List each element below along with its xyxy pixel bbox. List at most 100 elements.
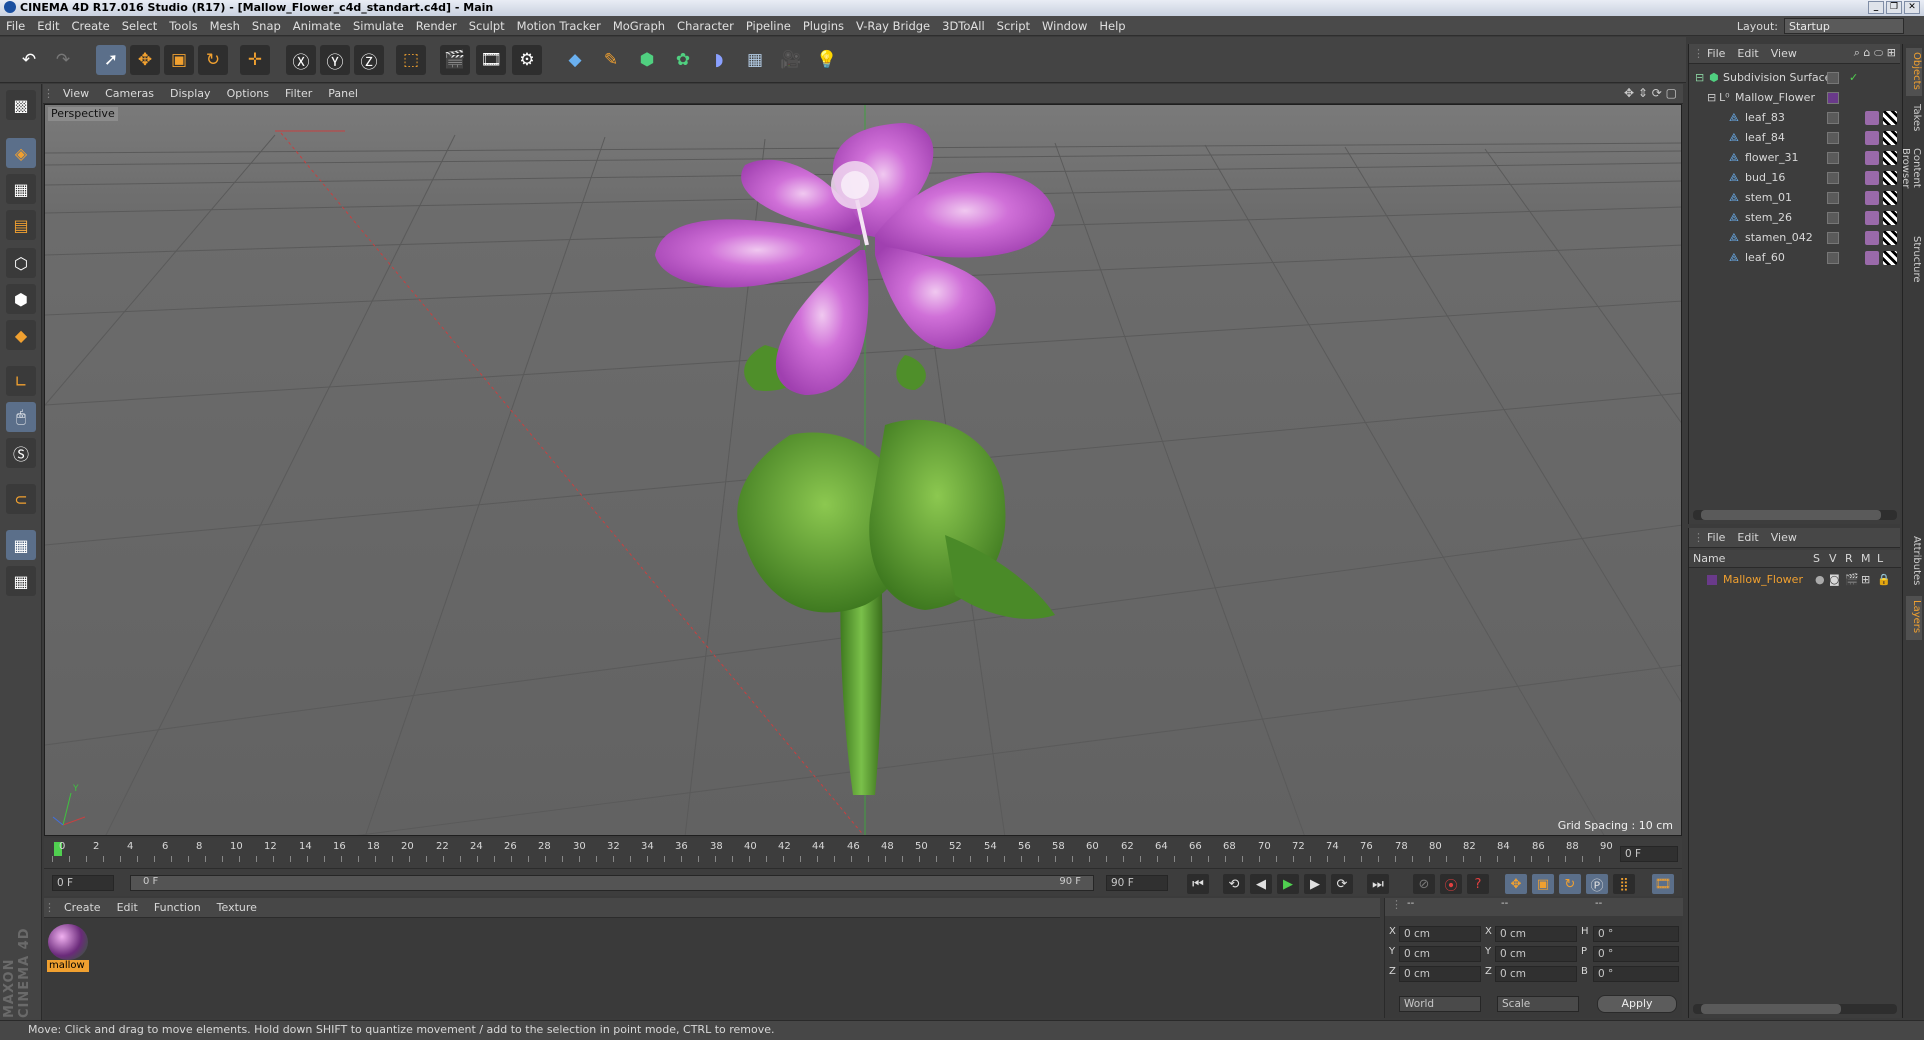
object-menu-view[interactable]: View bbox=[1765, 44, 1803, 64]
layer-menu-file[interactable]: File bbox=[1701, 528, 1731, 548]
render-picture-viewer-icon[interactable]: 🎞 bbox=[476, 45, 506, 75]
layer-color-swatch[interactable] bbox=[1827, 92, 1839, 104]
menu-vray-bridge[interactable]: V-Ray Bridge bbox=[850, 16, 936, 36]
layer-horizontal-scrollbar[interactable] bbox=[1693, 1004, 1897, 1014]
texture-tag-icon[interactable] bbox=[1883, 131, 1897, 145]
scale-tool-icon[interactable]: ▣ bbox=[164, 45, 194, 75]
z-axis-lock-icon[interactable]: Ⓩ bbox=[354, 45, 384, 75]
menu-simulate[interactable]: Simulate bbox=[347, 16, 410, 36]
viewport-nav-icons[interactable]: ✥ ⇕ ⟳ ▢ bbox=[1624, 86, 1677, 100]
visibility-toggle[interactable] bbox=[1827, 192, 1839, 204]
texture-tag-icon[interactable] bbox=[1883, 191, 1897, 205]
material-tag-icon[interactable] bbox=[1865, 171, 1879, 185]
current-frame-field[interactable]: 0 F bbox=[1620, 846, 1678, 862]
go-to-end-icon[interactable]: ⏭ bbox=[1367, 874, 1389, 894]
object-toolbar-icons[interactable]: ⌕ ⌂ ⬭ ⊞ bbox=[1854, 46, 1896, 60]
layer-header-manager[interactable]: M bbox=[1861, 550, 1871, 568]
menu-tools[interactable]: Tools bbox=[163, 16, 203, 36]
object-horizontal-scrollbar[interactable] bbox=[1693, 510, 1897, 520]
texture-tag-icon[interactable] bbox=[1883, 251, 1897, 265]
live-selection-icon[interactable]: ➚ bbox=[96, 45, 126, 75]
menu-sculpt[interactable]: Sculpt bbox=[463, 16, 511, 36]
viewport-menu-options[interactable]: Options bbox=[219, 84, 277, 104]
mograph-cloner-icon[interactable]: ✿ bbox=[668, 45, 698, 75]
menu-plugins[interactable]: Plugins bbox=[797, 16, 850, 36]
viewport-menu-filter[interactable]: Filter bbox=[277, 84, 320, 104]
next-key-icon[interactable]: ⟳ bbox=[1331, 874, 1353, 894]
object-row-bud-16[interactable]: ⟁ bud_16 bbox=[1689, 168, 1901, 188]
visibility-toggle[interactable] bbox=[1827, 132, 1839, 144]
object-row-stamen-042[interactable]: ⟁ stamen_042 bbox=[1689, 228, 1901, 248]
viewport-menu-cameras[interactable]: Cameras bbox=[97, 84, 162, 104]
play-forward-icon[interactable]: ▶ bbox=[1277, 874, 1299, 894]
deformer-icon[interactable]: ◗ bbox=[704, 45, 734, 75]
go-to-start-icon[interactable]: ⏮ bbox=[1187, 874, 1209, 894]
position-z-field[interactable]: 0 cm bbox=[1399, 966, 1481, 982]
rotation-h-field[interactable]: 0 ° bbox=[1593, 926, 1679, 942]
rotate-tool-icon[interactable]: ↻ bbox=[198, 45, 228, 75]
autokeying-icon[interactable]: ? bbox=[1467, 874, 1489, 894]
rotation-p-field[interactable]: 0 ° bbox=[1593, 946, 1679, 962]
menu-help[interactable]: Help bbox=[1093, 16, 1131, 36]
texture-tag-icon[interactable] bbox=[1883, 111, 1897, 125]
menu-pipeline[interactable]: Pipeline bbox=[740, 16, 797, 36]
object-row-leaf-60[interactable]: ⟁ leaf_60 bbox=[1689, 248, 1901, 268]
layer-header-locked[interactable]: L bbox=[1877, 550, 1883, 568]
layer-menu-edit[interactable]: Edit bbox=[1731, 528, 1764, 548]
make-editable-icon[interactable]: ▩ bbox=[6, 90, 36, 120]
subdivision-surface-icon[interactable]: ⬢ bbox=[632, 45, 662, 75]
material-tag-icon[interactable] bbox=[1865, 231, 1879, 245]
tree-expand-icon[interactable]: ⊟ bbox=[1695, 68, 1704, 88]
key-parameter-icon[interactable]: Ⓟ bbox=[1586, 874, 1608, 894]
material-menu-edit[interactable]: Edit bbox=[109, 898, 146, 918]
menu-mograph[interactable]: MoGraph bbox=[607, 16, 671, 36]
start-frame-field[interactable]: 0 F bbox=[52, 875, 114, 891]
tab-layers[interactable]: Layers bbox=[1906, 596, 1922, 640]
visibility-toggle[interactable] bbox=[1827, 212, 1839, 224]
y-axis-lock-icon[interactable]: Ⓨ bbox=[320, 45, 350, 75]
end-frame-field[interactable]: 90 F bbox=[1106, 875, 1168, 891]
layer-lock-icon[interactable]: 🔒 bbox=[1877, 570, 1891, 590]
tab-structure[interactable]: Structure bbox=[1906, 232, 1922, 288]
material-menu-texture[interactable]: Texture bbox=[209, 898, 265, 918]
texture-tag-icon[interactable] bbox=[1883, 211, 1897, 225]
layer-render-icon[interactable]: 🎬 bbox=[1845, 570, 1859, 590]
menu-3dtoall[interactable]: 3DToAll bbox=[936, 16, 991, 36]
texture-tag-icon[interactable] bbox=[1883, 231, 1897, 245]
texture-tag-icon[interactable] bbox=[1883, 151, 1897, 165]
scrollbar-thumb[interactable] bbox=[1701, 1004, 1841, 1014]
tweak-mode-icon[interactable]: 🖱 bbox=[6, 402, 36, 432]
object-row-mallow-flower[interactable]: ⊟ L⁰ Mallow_Flower bbox=[1689, 88, 1901, 108]
visibility-toggle[interactable] bbox=[1827, 112, 1839, 124]
locked-workplane-icon[interactable]: ▦ bbox=[6, 530, 36, 560]
previous-key-icon[interactable]: ⟲ bbox=[1223, 874, 1245, 894]
material-menu-function[interactable]: Function bbox=[146, 898, 209, 918]
previous-frame-icon[interactable]: ◀ bbox=[1250, 874, 1272, 894]
material-swatch[interactable]: mallow bbox=[47, 924, 89, 972]
timeline-ruler[interactable]: 0 2 4 6 8 10 12 14 16 18 20 22 24 26 28 … bbox=[44, 838, 1682, 868]
tab-content-browser[interactable]: Content Browser bbox=[1900, 144, 1922, 228]
close-button[interactable]: ✕ bbox=[1904, 1, 1920, 14]
snap-icon[interactable]: Ⓢ bbox=[6, 438, 36, 468]
key-scale-icon[interactable]: ▣ bbox=[1532, 874, 1554, 894]
menu-file[interactable]: File bbox=[0, 16, 31, 36]
polygons-mode-icon[interactable]: ◆ bbox=[6, 320, 36, 350]
autokey-off-icon[interactable]: ⊘ bbox=[1413, 874, 1435, 894]
layer-header-render[interactable]: R bbox=[1845, 550, 1853, 568]
undo-icon[interactable]: ↶ bbox=[14, 45, 44, 75]
enabled-check-icon[interactable]: ✓ bbox=[1849, 68, 1858, 88]
layer-row-mallow-flower[interactable]: Mallow_Flower ● ◙ 🎬 ⊞ 🔒 bbox=[1689, 570, 1901, 590]
light-bulb-icon[interactable]: 💡 bbox=[812, 45, 842, 75]
scrollbar-thumb[interactable] bbox=[1701, 510, 1881, 520]
key-rotation-icon[interactable]: ↻ bbox=[1559, 874, 1581, 894]
size-z-field[interactable]: 0 cm bbox=[1495, 966, 1577, 982]
coordinate-system-icon[interactable]: ⬚ bbox=[396, 45, 426, 75]
visibility-toggle[interactable] bbox=[1827, 152, 1839, 164]
object-row-leaf-84[interactable]: ⟁ leaf_84 bbox=[1689, 128, 1901, 148]
visibility-toggle[interactable] bbox=[1827, 232, 1839, 244]
tab-attributes[interactable]: Attributes bbox=[1906, 532, 1922, 592]
recent-tool-icon[interactable]: ✛ bbox=[240, 45, 270, 75]
size-x-field[interactable]: 0 cm bbox=[1495, 926, 1577, 942]
material-tag-icon[interactable] bbox=[1865, 131, 1879, 145]
menu-render[interactable]: Render bbox=[410, 16, 463, 36]
